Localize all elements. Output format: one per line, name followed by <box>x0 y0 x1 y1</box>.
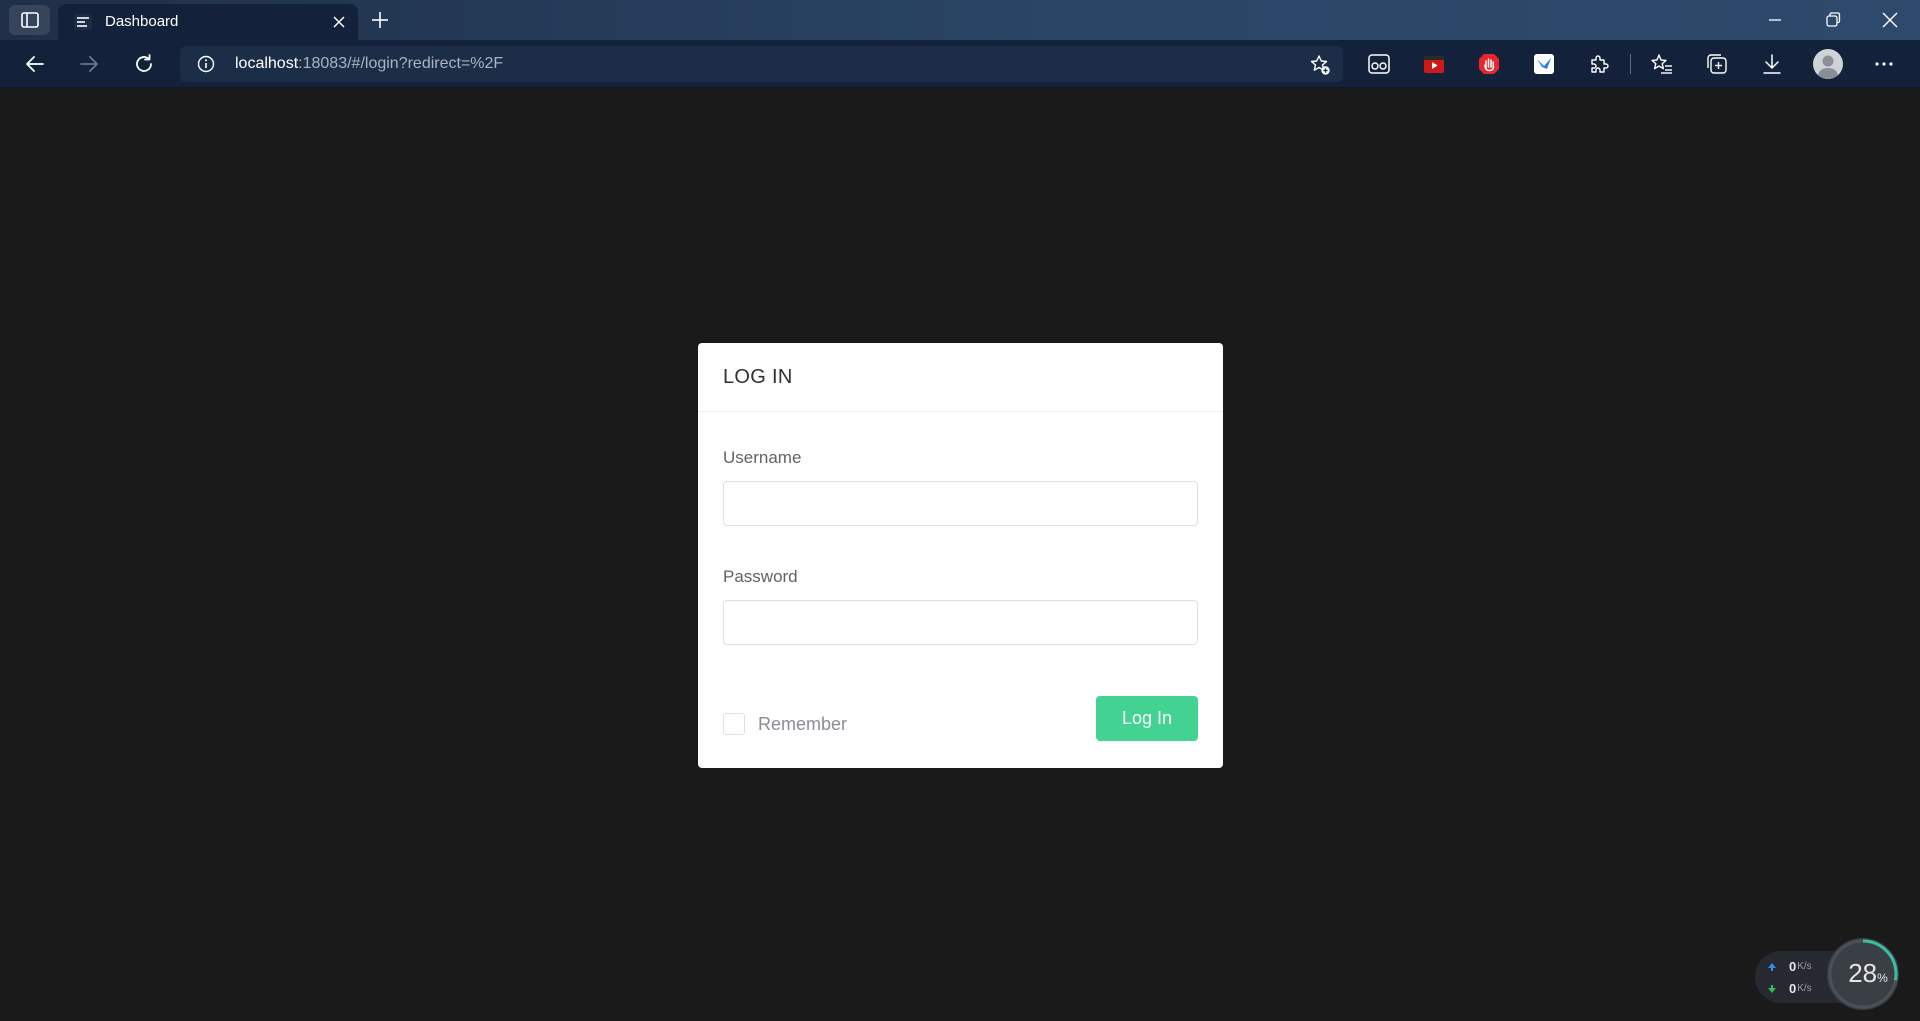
upload-speed: 0 K/s <box>1767 959 1812 974</box>
password-label: Password <box>723 567 798 586</box>
plus-icon[interactable] <box>370 10 390 30</box>
favorites-star-icon[interactable] <box>1650 52 1674 76</box>
toolbar-divider <box>1630 54 1631 74</box>
cpu-usage-text: 28% <box>1838 958 1898 989</box>
profile-avatar-icon[interactable] <box>1813 49 1843 79</box>
download-arrow-icon <box>1768 984 1776 993</box>
username-label: Username <box>723 448 802 467</box>
arrow-left-icon[interactable] <box>23 52 47 76</box>
tab-title: Dashboard <box>105 13 179 30</box>
puzzle-icon[interactable] <box>1587 52 1611 76</box>
more-dots-icon[interactable] <box>1872 52 1896 76</box>
url-host: localhost <box>235 55 299 72</box>
avatar-silhouette-icon <box>1817 55 1839 79</box>
info-icon[interactable] <box>197 55 215 73</box>
remember-option[interactable]: Remember <box>723 712 847 736</box>
restore-icon[interactable] <box>1823 10 1843 30</box>
window-close-icon[interactable] <box>1880 10 1900 30</box>
refresh-icon[interactable] <box>132 52 156 76</box>
youtube-icon[interactable] <box>1422 52 1446 76</box>
sidebar-toggle-button[interactable] <box>9 5 50 35</box>
url-text: localhost:18083/#/login?redirect=%2F <box>235 55 503 73</box>
login-button[interactable]: Log In <box>1096 696 1198 741</box>
password-input[interactable] <box>723 600 1198 645</box>
cpu-unit: % <box>1877 971 1888 985</box>
download-unit: K/s <box>1797 983 1812 994</box>
upload-unit: K/s <box>1797 961 1812 972</box>
download-icon[interactable] <box>1760 52 1784 76</box>
dashboard-menu-icon <box>74 14 92 30</box>
reader-glasses-icon[interactable] <box>1367 52 1391 76</box>
remember-label[interactable]: Remember <box>758 714 847 735</box>
star-plus-icon[interactable] <box>1309 54 1331 76</box>
sidebar-toggle-icon <box>20 12 39 28</box>
browser-toolbar: localhost:18083/#/login?redirect=%2F <box>0 40 1920 88</box>
bird-extension-icon[interactable] <box>1532 52 1556 76</box>
login-card: LOG IN Username Password Remember Log In <box>698 343 1223 768</box>
username-input[interactable] <box>723 481 1198 526</box>
login-card-header: LOG IN <box>698 343 1223 412</box>
cpu-value: 28 <box>1848 958 1878 988</box>
minimize-icon[interactable] <box>1765 10 1785 30</box>
tab-dashboard[interactable]: Dashboard <box>58 4 358 40</box>
remember-checkbox[interactable] <box>723 713 745 735</box>
close-icon[interactable] <box>332 15 346 29</box>
arrow-right-icon[interactable] <box>77 52 101 76</box>
browser-titlebar: Dashboard <box>0 0 1920 40</box>
download-value: 0 <box>1789 981 1797 996</box>
address-bar[interactable]: localhost:18083/#/login?redirect=%2F <box>180 46 1343 82</box>
collections-icon[interactable] <box>1705 52 1729 76</box>
download-speed: 0 K/s <box>1767 981 1812 996</box>
login-title: LOG IN <box>723 365 793 388</box>
upload-value: 0 <box>1789 959 1797 974</box>
url-path: :18083/#/login?redirect=%2F <box>298 55 504 72</box>
adblock-hand-icon[interactable] <box>1477 52 1501 76</box>
page-background: LOG IN Username Password Remember Log In <box>0 89 1920 1021</box>
upload-arrow-icon <box>1768 962 1776 971</box>
